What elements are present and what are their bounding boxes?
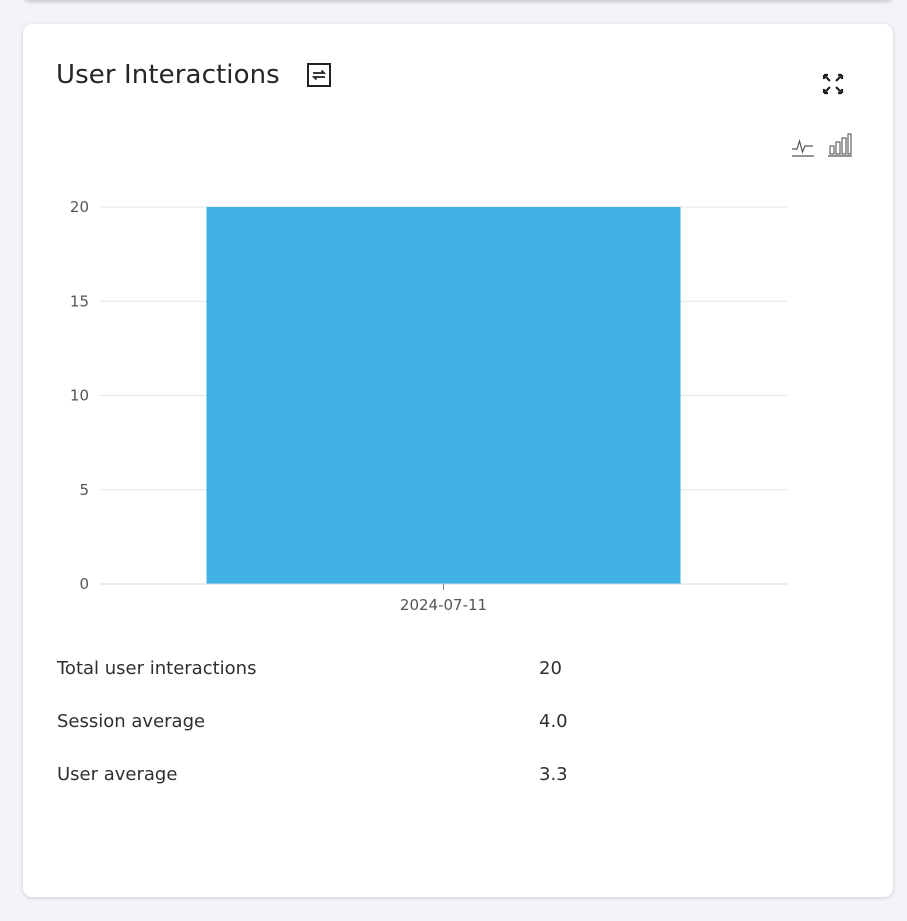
stat-row-total: Total user interactions 20 — [56, 652, 836, 705]
y-tick-label: 15 — [70, 292, 89, 310]
y-tick-label: 10 — [70, 387, 89, 405]
stat-label: User average — [57, 764, 178, 785]
stat-value: 20 — [539, 658, 562, 679]
y-tick-label: 0 — [79, 575, 89, 593]
stat-row-user-average: User average 3.3 — [56, 758, 836, 811]
stat-value: 4.0 — [539, 711, 568, 732]
stats-list: Total user interactions 20 Session avera… — [56, 652, 836, 811]
line-chart-icon[interactable] — [790, 132, 816, 158]
swap-icon[interactable] — [306, 62, 332, 88]
stat-value: 3.3 — [539, 764, 568, 785]
y-tick-label: 5 — [79, 481, 89, 499]
stat-label: Session average — [57, 711, 206, 732]
bar — [206, 207, 681, 584]
bar-chart-icon[interactable] — [827, 132, 853, 158]
x-tick-label: 2024-07-11 — [400, 596, 487, 614]
expand-icon[interactable] — [820, 71, 846, 97]
widget-title: User Interactions — [56, 60, 280, 90]
y-tick-label: 20 — [70, 198, 89, 216]
user-interactions-card: User Interactions 0 5 10 15 20 2024-07-1… — [23, 24, 893, 897]
stat-label: Total user interactions — [57, 658, 257, 679]
stat-row-session-average: Session average 4.0 — [56, 705, 836, 758]
